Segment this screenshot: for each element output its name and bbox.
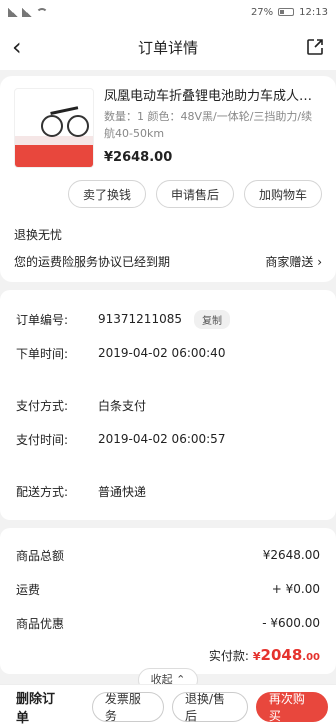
paid-total: 实付款: ¥ 2048 .00	[16, 646, 320, 664]
battery-icon	[278, 8, 295, 16]
page-title: 订单详情	[137, 38, 198, 57]
shipping-row: 运费 + ¥0.00	[16, 578, 320, 600]
signal-icon-2	[22, 7, 32, 17]
battery-percent: 27%	[250, 6, 274, 18]
paid-label: 实付款:	[208, 649, 249, 663]
paid-amount: 2048	[260, 646, 303, 664]
shipping-fee: + ¥0.00	[271, 582, 320, 596]
return-row[interactable]: 您的运费险服务协议已经到期 商家赠送 ›	[14, 253, 322, 270]
pay-time-row: 支付时间: 2019-04-02 06:00:57	[16, 428, 320, 450]
discount-amount: - ¥600.00	[262, 616, 320, 630]
discount-row: 商品优惠 - ¥600.00	[16, 612, 320, 634]
nav-bar: ‹ 订单详情	[0, 24, 336, 70]
resell-button[interactable]: 卖了换钱	[67, 180, 146, 208]
paid-decimal: .00	[302, 652, 320, 663]
product-price: ¥2648.00	[104, 150, 173, 165]
share-icon[interactable]	[306, 38, 324, 56]
add-to-cart-button[interactable]: 加购物车	[243, 180, 322, 208]
delivery-method: 普通快递	[98, 484, 147, 499]
signal-icon	[8, 7, 18, 17]
bottom-action-bar: 删除订单 发票服务 退换/售后 再次购买	[0, 684, 336, 728]
pay-time: 2019-04-02 06:00:57	[98, 432, 226, 446]
delete-order-button[interactable]: 删除订单	[16, 688, 66, 726]
after-sale-button[interactable]: 退换/售后	[171, 691, 248, 723]
paid-currency: ¥	[252, 650, 261, 663]
order-number: 91371211085	[98, 312, 182, 326]
back-icon[interactable]: ‹	[12, 35, 36, 59]
pay-method-row: 支付方式: 白条支付	[16, 394, 320, 416]
return-desc: 您的运费险服务协议已经到期	[14, 255, 171, 269]
copy-button[interactable]: 复制	[193, 309, 230, 329]
order-number-row: 订单编号: 91371211085 复制	[16, 308, 320, 330]
order-number-label: 订单编号:	[16, 312, 69, 327]
delivery-label: 配送方式:	[16, 484, 69, 499]
goods-total: ¥2648.00	[262, 548, 320, 562]
shipping-label: 运费	[16, 582, 41, 597]
pay-method: 白条支付	[98, 398, 147, 413]
wifi-icon	[36, 7, 48, 17]
goods-total-row: 商品总额 ¥2648.00	[16, 544, 320, 566]
order-time: 2019-04-02 06:00:40	[98, 346, 226, 360]
return-title: 退换无忧	[14, 228, 63, 242]
status-bar: 27% 12:13	[0, 0, 336, 24]
goods-total-label: 商品总额	[16, 548, 65, 563]
amount-card: 商品总额 ¥2648.00 运费 + ¥0.00 商品优惠 - ¥600.00 …	[0, 528, 336, 674]
invoice-service-button[interactable]: 发票服务	[91, 691, 164, 723]
discount-label: 商品优惠	[16, 616, 65, 631]
pay-time-label: 支付时间:	[16, 432, 69, 447]
delivery-row: 配送方式: 普通快递	[16, 480, 320, 502]
product-name[interactable]: 凤凰电动车折叠锂电池助力车成人自…	[104, 88, 322, 106]
pay-method-label: 支付方式:	[16, 398, 69, 413]
apply-after-sale-button[interactable]: 申请售后	[155, 180, 234, 208]
rebuy-button[interactable]: 再次购买	[255, 691, 328, 723]
product-image[interactable]	[14, 88, 94, 168]
order-time-label: 下单时间:	[16, 346, 69, 361]
order-time-row: 下单时间: 2019-04-02 06:00:40	[16, 342, 320, 364]
product-spec: 数量：1 颜色：48V黑/一体轮/三挡助力/续航40-50km	[104, 110, 313, 140]
order-info-card: 订单编号: 91371211085 复制 下单时间: 2019-04-02 06…	[0, 290, 336, 520]
product-card: 凤凰电动车折叠锂电池助力车成人自… 数量：1 颜色：48V黑/一体轮/三挡助力/…	[0, 76, 336, 282]
merchant-gift-link[interactable]: 商家赠送 ›	[265, 253, 322, 270]
clock: 12:13	[299, 6, 328, 18]
